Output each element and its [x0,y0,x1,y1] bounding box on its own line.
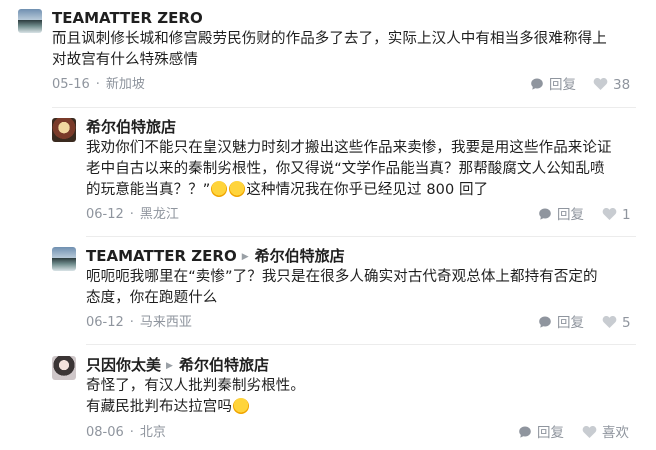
like-button[interactable]: 喜欢 [582,424,629,444]
comment-text-line: 态度，你在跑题什么 [86,290,218,306]
reply-button[interactable]: 回复 [538,206,584,226]
comment-text-part: 的玩意能当真？？” [86,182,211,198]
comment-text-line: 呃呃呃我哪里在“卖惨”了？我只是在很多人确实对古代奇观总体上都持有否定的 [86,269,598,285]
divider [52,107,636,108]
like-button[interactable]: 38 [593,76,630,96]
comment-location: 新加坡 [105,77,145,92]
comment-text-line: 老中自古以来的秦制劣根性，你又得说“文学作品能当真？那帮酸腐文人公知乱喷 [86,161,605,177]
comment-text: 而且讽刺修长城和修宫殿劳民伤财的作品多了去了，实际上汉人中有相当多很难称得上 对… [52,29,607,71]
like-count: 1 [622,207,631,223]
divider [86,236,636,237]
avatar[interactable] [52,247,76,271]
reply-button[interactable]: 回复 [538,314,584,334]
author-name-line: 只因你太美 ▶ 希尔伯特旅店 [86,356,269,375]
heart-icon [602,315,617,334]
reply-label: 回复 [557,315,584,331]
heart-icon [582,425,597,444]
comment-date: 05-16 [52,77,90,92]
comment-text-part: 有藏民批判布达拉宫吗 [86,399,232,415]
comment-text-part: 这种情况我在你乎已经见过 800 回了 [246,182,489,198]
chat-bubble-icon [538,207,552,226]
comment-location: 北京 [139,425,166,440]
reply-arrow-icon: ▶ [166,361,173,371]
reply-label: 回复 [549,77,576,93]
author-name[interactable]: TEAMATTER ZERO [86,247,237,265]
reply-label: 回复 [557,207,584,223]
reply-to-name[interactable]: 希尔伯特旅店 [179,356,269,374]
like-count: 5 [622,315,631,331]
author-name-line: TEAMATTER ZERO ▶ 希尔伯特旅店 [86,247,345,266]
chat-bubble-icon [530,77,544,96]
comment-text: 我劝你们不能只在皇汉魅力时刻才搬出这些作品来卖惨，我要是用这些作品来论证 老中自… [86,138,612,201]
avatar[interactable] [52,356,76,380]
reply-button[interactable]: 回复 [530,76,576,96]
chat-bubble-icon [518,425,532,444]
comment-text: 奇怪了，有汉人批判秦制劣根性。 有藏民批判布达拉宫吗 [86,376,305,418]
comment-text-line: 对故宫有什么特殊感情 [52,52,198,68]
comment-meta: 06-12 · 马来西亚 [86,315,192,330]
comment-text-line-with-emoji: 有藏民批判布达拉宫吗 [86,397,305,418]
avatar[interactable] [52,118,76,142]
reply-label: 回复 [537,425,564,441]
heart-icon [593,77,608,96]
comment-meta: 06-12 · 黑龙江 [86,207,179,222]
author-name[interactable]: TEAMATTER ZERO [52,9,203,27]
author-name[interactable]: 希尔伯特旅店 [86,118,176,136]
reply-to-name[interactable]: 希尔伯特旅店 [255,247,345,265]
comment-location: 马来西亚 [139,315,192,330]
comment-text-line: 我劝你们不能只在皇汉魅力时刻才搬出这些作品来卖惨，我要是用这些作品来论证 [86,140,612,156]
comment-text-line: 奇怪了，有汉人批判秦制劣根性。 [86,378,305,394]
like-count: 38 [613,77,631,93]
chat-bubble-icon [538,315,552,334]
avatar[interactable] [18,9,42,33]
divider [86,344,636,345]
comment-date: 06-12 [86,315,124,330]
comment-text-line-with-emoji: 的玩意能当真？？” 这种情况我在你乎已经见过 800 回了 [86,180,612,201]
like-button[interactable]: 1 [602,206,631,226]
comment-meta: 05-16 · 新加坡 [52,77,145,92]
reply-button[interactable]: 回复 [518,424,564,444]
reply-arrow-icon: ▶ [241,252,249,262]
laughing-emoji-icon [229,181,246,197]
comment-meta: 08-06 · 北京 [86,425,166,440]
comment-date: 08-06 [86,425,124,440]
author-name[interactable]: 只因你太美 [86,356,161,374]
like-button[interactable]: 5 [602,314,631,334]
like-count: 喜欢 [602,425,629,441]
heart-icon [602,207,617,226]
laughing-emoji-icon [211,181,228,197]
comment-text: 呃呃呃我哪里在“卖惨”了？我只是在很多人确实对古代奇观总体上都持有否定的 态度，… [86,267,598,309]
comment-location: 黑龙江 [139,207,179,222]
thinking-emoji-icon [233,398,249,414]
comment-text-line: 而且讽刺修长城和修宫殿劳民伤财的作品多了去了，实际上汉人中有相当多很难称得上 [52,31,607,47]
comment-date: 06-12 [86,207,124,222]
